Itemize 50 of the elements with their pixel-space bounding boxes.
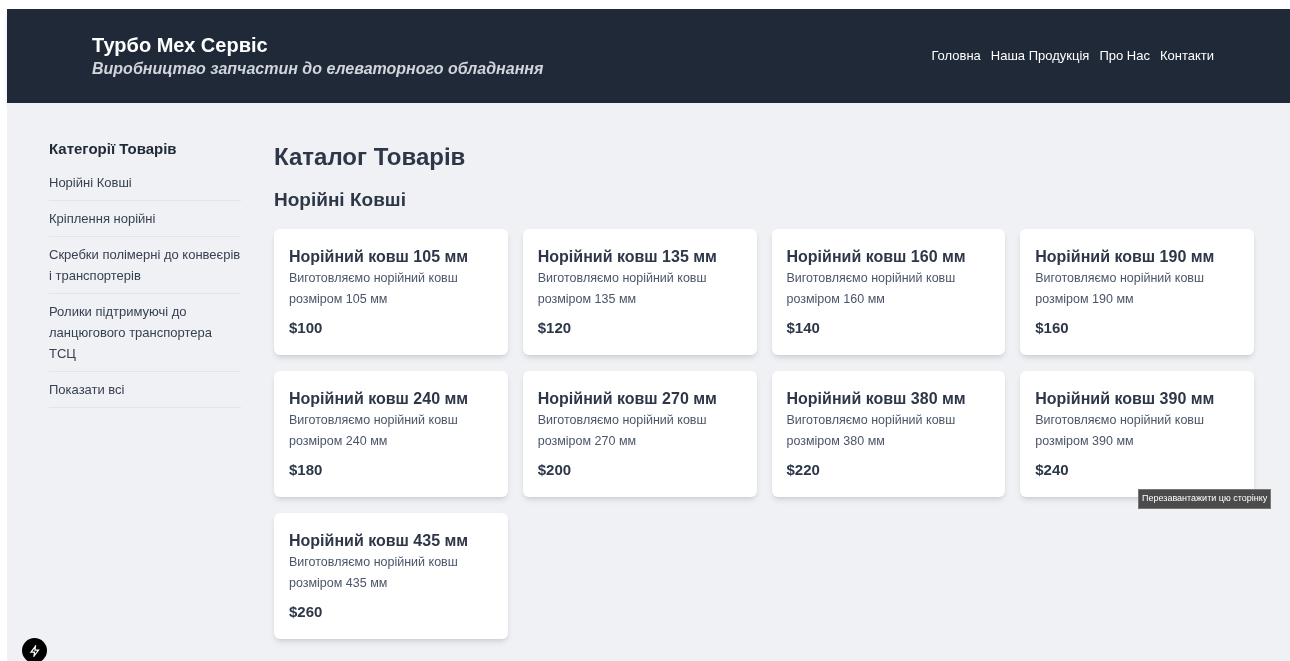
product-card[interactable]: Норійний ковш 105 мм Виготовляємо норійний ковш розміром 105 мм $100 (274, 229, 508, 355)
product-description: Виготовляємо норійний ковш розміром 160 мм (786, 270, 957, 308)
nav-link[interactable]: Про Нас (1099, 46, 1150, 66)
product-price: $160 (1035, 318, 1070, 338)
product-card[interactable]: Норійний ковш 240 мм Виготовляємо норійний ковш розміром 240 мм $180 (274, 371, 508, 497)
product-name: Норійний ковш 190 мм (1035, 247, 1216, 267)
product-description: Виготовляємо норійний ковш розміром 390 мм (1035, 412, 1206, 450)
product-card[interactable]: Норійний ковш 270 мм Виготовляємо норійний ковш розміром 270 мм $200 (522, 371, 757, 497)
category-link[interactable]: Кріплення норійні (49, 201, 241, 237)
site-title: Турбо Мех Сервіс (92, 33, 269, 58)
page-heading: Каталог Товарів (274, 142, 467, 172)
product-price: $260 (289, 602, 324, 622)
product-description: Виготовляємо норійний ковш розміром 380 мм (786, 412, 957, 450)
nav-link[interactable]: Контакти (1159, 46, 1214, 66)
product-name: Норійний ковш 380 мм (786, 389, 967, 409)
nav-link[interactable]: Наша Продукція (990, 46, 1090, 66)
product-card[interactable]: Норійний ковш 435 мм Виготовляємо норійний ковш розміром 435 мм $260 (274, 513, 508, 639)
section-heading: Норійні Ковші (274, 188, 407, 212)
nav-link[interactable]: Головна (931, 46, 981, 66)
product-name: Норійний ковш 270 мм (537, 389, 718, 409)
category-link[interactable]: Ролики підтримуючі до ланцюгового транспортера ТСЦ (49, 294, 241, 372)
product-card[interactable]: Норійний ковш 160 мм Виготовляємо норійний ковш розміром 160 мм $140 (771, 229, 1006, 355)
product-price: $240 (1035, 460, 1070, 480)
category-link[interactable]: Скребки полімерні до конвеєрів і транспортерів (49, 237, 241, 294)
product-price: $120 (537, 318, 573, 338)
product-name: Норійний ковш 240 мм (289, 389, 470, 409)
product-card[interactable]: Норійний ковш 380 мм Виготовляємо норійний ковш розміром 380 мм $220 (771, 371, 1006, 497)
product-price: $100 (289, 318, 324, 338)
product-price: $140 (786, 318, 821, 338)
product-name: Норійний ковш 135 мм (537, 247, 718, 267)
product-description: Виготовляємо норійний ковш розміром 105 мм (289, 270, 459, 308)
sidebar-title: Категорії Товарів (49, 139, 178, 159)
category-link[interactable]: Показати всі (49, 372, 241, 408)
product-price: $180 (289, 460, 324, 480)
product-price: $220 (786, 460, 821, 480)
product-card[interactable]: Норійний ковш 190 мм Виготовляємо норійний ковш розміром 190 мм $160 (1020, 229, 1254, 355)
site-tagline: Виробництво запчастин до елеваторного обладнання (92, 59, 544, 79)
product-card[interactable]: Норійний ковш 135 мм Виготовляємо норійний ковш розміром 135 мм $120 (522, 229, 757, 355)
product-price: $200 (537, 460, 573, 480)
product-name: Норійний ковш 390 мм (1035, 389, 1216, 409)
product-name: Норійний ковш 105 мм (289, 247, 470, 267)
product-description: Виготовляємо норійний ковш розміром 190 мм (1035, 270, 1206, 308)
product-description: Виготовляємо норійний ковш розміром 435 мм (289, 554, 459, 592)
product-description: Виготовляємо норійний ковш розміром 240 мм (289, 412, 459, 450)
tooltip: Перезавантажити цю сторінку (1138, 489, 1272, 509)
product-name: Норійний ковш 160 мм (786, 247, 967, 267)
category-link[interactable]: Норійні Ковші (49, 165, 241, 201)
product-description: Виготовляємо норійний ковш розміром 135 мм (537, 270, 708, 308)
product-description: Виготовляємо норійний ковш розміром 270 мм (537, 412, 708, 450)
product-name: Норійний ковш 435 мм (289, 531, 470, 551)
